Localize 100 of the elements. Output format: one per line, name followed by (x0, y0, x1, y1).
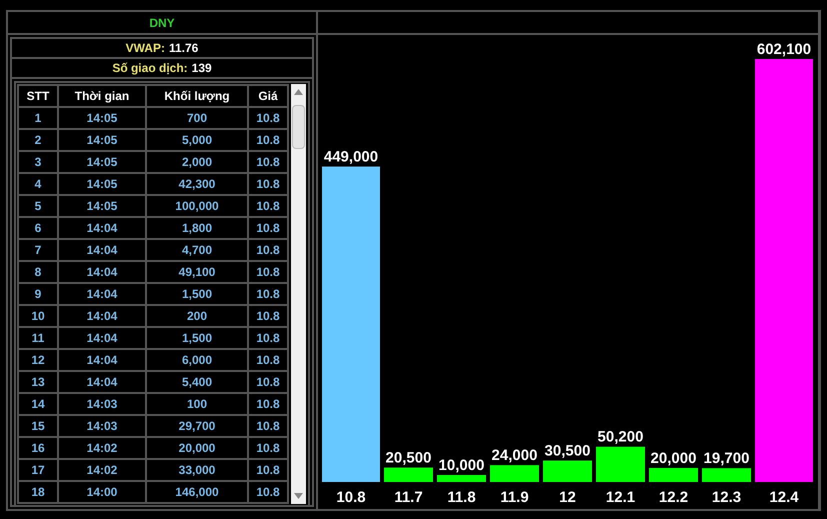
table-cell: 14:04 (59, 350, 145, 370)
table-cell: 1 (19, 108, 57, 128)
table-cell: 13 (19, 372, 57, 392)
table-cell: 42,300 (147, 174, 247, 194)
table-cell: 10.8 (249, 284, 287, 304)
table-cell: 14:04 (59, 240, 145, 260)
price-label: 11.8 (447, 489, 476, 506)
table-cell: 6 (19, 218, 57, 238)
table-cell: 1,800 (147, 218, 247, 238)
table-cell: 12 (19, 350, 57, 370)
price-label: 12 (559, 489, 576, 506)
table-cell: 10.8 (249, 174, 287, 194)
table-cell: 10.8 (249, 108, 287, 128)
table-cell: 5,000 (147, 130, 247, 150)
table-cell: 10.8 (249, 328, 287, 348)
table-cell: 17 (19, 460, 57, 480)
table-cell: 14:02 (59, 438, 145, 458)
table-cell: 14:03 (59, 416, 145, 436)
table-cell: 10.8 (249, 130, 287, 150)
table-cell: 10.8 (249, 240, 287, 260)
column-header: Giá (249, 86, 287, 106)
table-cell: 10.8 (249, 394, 287, 414)
price-label: 12.1 (606, 489, 636, 506)
table-cell: 14:05 (59, 108, 145, 128)
table-cell: 14:00 (59, 482, 145, 502)
bar (437, 474, 486, 482)
table-cell: 15 (19, 416, 57, 436)
column-header: Thời gian (59, 86, 145, 106)
table-cell: 6,000 (147, 350, 247, 370)
table-cell: 14:02 (59, 460, 145, 480)
table-cell: 18 (19, 482, 57, 502)
column-header: STT (19, 86, 57, 106)
table-cell: 14:03 (59, 394, 145, 414)
column-header: Khối lượng (147, 86, 247, 106)
table-cell: 200 (147, 306, 247, 326)
symbol-title: DNY (8, 12, 316, 33)
price-label: 12.2 (658, 489, 688, 506)
table-cell: 2,000 (147, 152, 247, 172)
table-cell: 100 (147, 394, 247, 414)
table-cell: 5 (19, 196, 57, 216)
table-cell: 14:05 (59, 174, 145, 194)
table-cell: 10.8 (249, 152, 287, 172)
price-label: 11.7 (394, 489, 423, 506)
table-cell: 100,000 (147, 196, 247, 216)
bar (543, 460, 592, 482)
table-cell: 20,000 (147, 438, 247, 458)
table-cell: 14:05 (59, 130, 145, 150)
bar-value-label: 30,500 (544, 442, 590, 460)
table-cell: 8 (19, 262, 57, 282)
scrollbar[interactable] (291, 84, 306, 504)
bar (384, 468, 433, 482)
table-cell: 5,400 (147, 372, 247, 392)
table-cell: 10.8 (249, 460, 287, 480)
table-cell: 14:04 (59, 328, 145, 348)
table-cell: 14:04 (59, 372, 145, 392)
bar-value-label: 10,000 (438, 456, 484, 474)
scroll-down-icon[interactable] (294, 493, 303, 499)
table-cell: 10.8 (249, 306, 287, 326)
table-cell: 7 (19, 240, 57, 260)
vwap-label: VWAP: (126, 40, 165, 57)
bar (649, 468, 698, 482)
table-cell: 29,700 (147, 416, 247, 436)
table-cell: 4,700 (147, 240, 247, 260)
table-cell: 10 (19, 306, 57, 326)
table-cell: 10.8 (249, 218, 287, 238)
table-cell: 14:05 (59, 152, 145, 172)
table-cell: 10.8 (249, 416, 287, 436)
bar-value-label: 449,000 (324, 148, 378, 166)
table-cell: 2 (19, 130, 57, 150)
bar-value-label: 602,100 (756, 41, 812, 58)
table-cell: 16 (19, 438, 57, 458)
bar (490, 465, 539, 482)
table-cell: 14:04 (59, 306, 145, 326)
table-cell: 10.8 (249, 196, 287, 216)
table-cell: 14:04 (59, 218, 145, 238)
bar-value-label: 19,700 (704, 450, 750, 468)
bar-value-label: 20,000 (650, 450, 696, 467)
price-label: 10.8 (336, 489, 366, 506)
table-cell: 10.8 (249, 350, 287, 370)
table-cell: 49,100 (147, 262, 247, 282)
table-cell: 9 (19, 284, 57, 304)
table-cell: 14:04 (59, 262, 145, 282)
table-cell: 1,500 (147, 284, 247, 304)
table-cell: 14 (19, 394, 57, 414)
table-cell: 10.8 (249, 262, 287, 282)
bar-value-label: 20,500 (386, 450, 432, 467)
scroll-up-icon[interactable] (294, 89, 303, 95)
table-cell: 146,000 (147, 482, 247, 502)
price-label: 12.3 (712, 489, 742, 506)
table-cell: 10.8 (249, 482, 287, 502)
table-cell: 10.8 (249, 372, 287, 392)
trades-label: Số giao dịch: (112, 60, 188, 77)
table-cell: 10.8 (249, 438, 287, 458)
table-cell: 11 (19, 328, 57, 348)
scrollbar-thumb[interactable] (292, 105, 305, 149)
price-label: 11.9 (500, 489, 529, 506)
table-cell: 700 (147, 108, 247, 128)
table-cell: 14:04 (59, 284, 145, 304)
bar-value-label: 50,200 (598, 428, 644, 446)
bar (596, 446, 645, 482)
